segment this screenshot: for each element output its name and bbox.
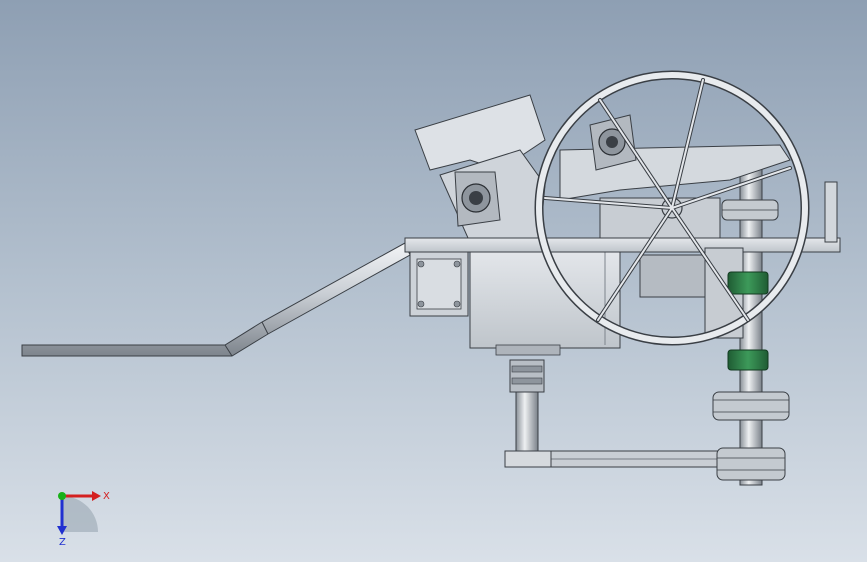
triad-y-axis-icon	[58, 492, 66, 500]
triad-z-label: Z	[59, 537, 66, 548]
cad-viewport[interactable]: X Z	[0, 0, 867, 562]
motor-mount-plate[interactable]	[409, 251, 469, 317]
green-clamp-upper[interactable]	[727, 271, 769, 295]
gearbox-housing[interactable]	[469, 247, 621, 356]
coordinate-triad: X Z	[57, 491, 110, 548]
triad-x-arrow-icon	[92, 491, 101, 501]
green-clamp-lower[interactable]	[727, 349, 769, 371]
handle-tube[interactable]	[21, 242, 411, 357]
upper-pulley[interactable]	[721, 199, 779, 221]
cad-model-scene[interactable]: X Z	[0, 0, 867, 562]
triad-x-label: X	[103, 491, 110, 502]
bearing-block-left[interactable]	[454, 171, 501, 227]
drive-shaft-left[interactable]	[509, 359, 545, 463]
